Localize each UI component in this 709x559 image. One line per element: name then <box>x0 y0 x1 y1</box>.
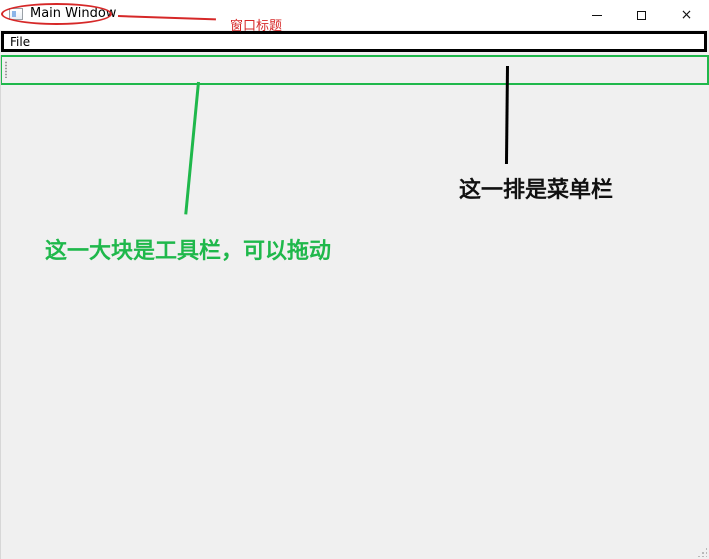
maximize-button[interactable] <box>619 0 664 30</box>
menu-file[interactable]: File <box>10 35 30 49</box>
toolbar-drag-handle[interactable] <box>5 61 7 78</box>
window-controls: × <box>574 0 709 30</box>
client-area <box>0 85 709 559</box>
window-left-edge <box>0 55 1 559</box>
menu-bar: File <box>1 31 707 52</box>
minimize-icon <box>591 14 602 16</box>
title-annotation-label: 窗口标题 <box>230 19 283 34</box>
maximize-icon <box>637 10 646 20</box>
minimize-button[interactable] <box>574 0 619 30</box>
main-window: Main Window × File 窗口标题 这一排是菜单栏 这一大块是工具栏… <box>0 0 709 559</box>
title-annotation-ellipse <box>1 3 112 25</box>
menu-bar-annotation-label: 这一排是菜单栏 <box>459 178 614 203</box>
toolbar-area[interactable] <box>0 55 709 85</box>
toolbar-annotation-label: 这一大块是工具栏，可以拖动 <box>45 239 332 264</box>
close-icon: × <box>680 7 693 23</box>
close-button[interactable]: × <box>664 0 709 30</box>
